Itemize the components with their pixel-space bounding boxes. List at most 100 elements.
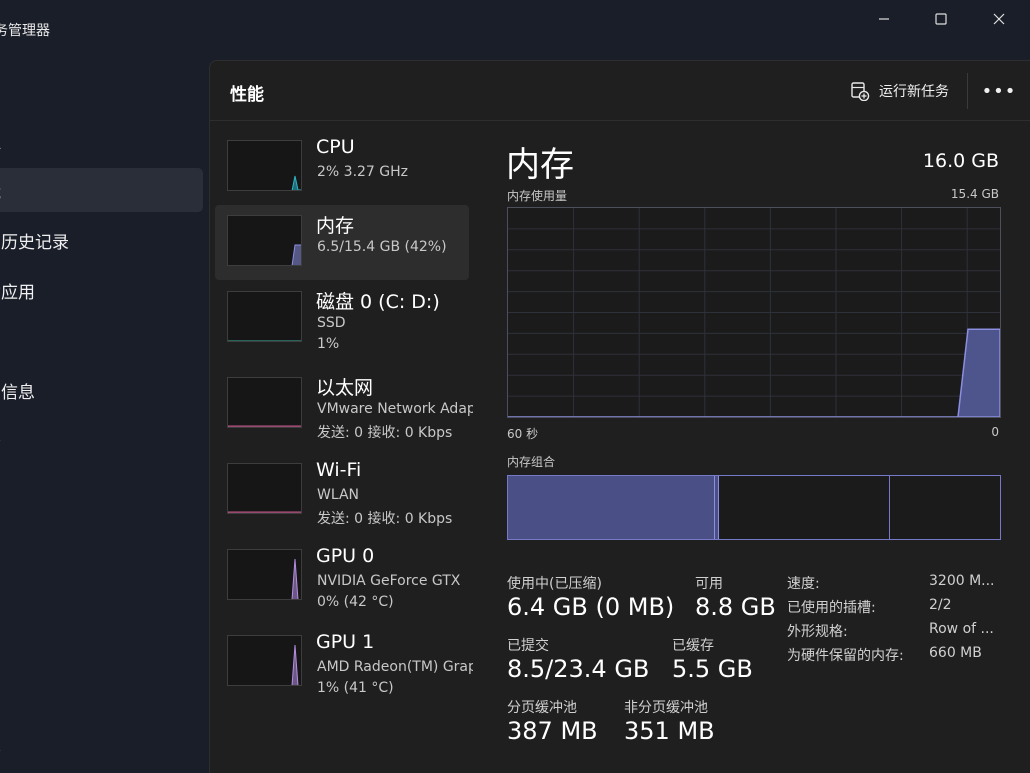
- gpu0-mini-graph: [227, 549, 302, 600]
- slots-used-value: 2/2: [929, 597, 952, 613]
- new-task-icon: [851, 82, 870, 101]
- app-title: 务管理器: [0, 23, 50, 39]
- cpu-graph-icon: [291, 175, 301, 190]
- page-title: 性能: [230, 85, 264, 105]
- in-use-label: 使用中(已压缩): [507, 576, 602, 592]
- maximize-icon: [935, 13, 947, 25]
- resource-detail: 1% (41 °C): [317, 680, 394, 696]
- nav-item-label: 置: [0, 730, 1, 755]
- cpu-mini-graph: [227, 140, 302, 191]
- resource-detail: NVIDIA GeForce GTX: [317, 573, 461, 589]
- resource-item-disk[interactable]: 磁盘 0 (C: D:) SSD 1%: [215, 281, 469, 356]
- maximize-button[interactable]: [912, 0, 970, 38]
- memory-usage-graph: [507, 207, 1001, 418]
- nav-item-details[interactable]: 细信息: [0, 368, 203, 412]
- usage-graph-label: 内存使用量: [507, 189, 568, 203]
- nav-item-startup-apps[interactable]: 动应用: [0, 268, 203, 312]
- performance-panel: 性能 运行新任务 ••• CPU 2% 3.27 GHz 内存 6.5/15.4…: [209, 60, 1030, 773]
- nav-item-label: 务: [0, 428, 1, 453]
- cpu-mini-area: [291, 175, 301, 190]
- resource-item-gpu1[interactable]: GPU 1 AMD Radeon(TM) Graphics 1% (41 °C): [215, 625, 473, 700]
- gpu0-graph-icon: [291, 558, 299, 599]
- resource-detail: 0% (42 °C): [317, 594, 394, 610]
- ethernet-mini-graph: [227, 377, 302, 428]
- resource-name: GPU 1: [316, 631, 375, 653]
- resource-name: Wi-Fi: [316, 459, 362, 481]
- available-label: 可用: [695, 576, 723, 592]
- resource-detail: WLAN: [317, 487, 360, 503]
- paged-pool-label: 分页缓冲池: [507, 700, 577, 716]
- composition-label: 内存组合: [507, 455, 556, 469]
- slots-used-label: 已使用的插槽:: [787, 600, 876, 616]
- resource-item-gpu0[interactable]: GPU 0 NVIDIA GeForce GTX 0% (42 °C): [215, 539, 469, 614]
- nav-item-services[interactable]: 务: [0, 418, 203, 462]
- panel-header: 性能 运行新任务 •••: [210, 61, 1030, 121]
- available-value: 8.8 GB: [695, 593, 776, 621]
- form-factor-label: 外形规格:: [787, 624, 848, 640]
- resource-item-cpu[interactable]: CPU 2% 3.27 GHz: [215, 130, 469, 205]
- resource-detail: 发送: 0 接收: 0 Kbps: [317, 425, 453, 441]
- cached-value: 5.5 GB: [672, 655, 753, 683]
- committed-value: 8.5/23.4 GB: [507, 655, 650, 683]
- resource-name: GPU 0: [316, 545, 375, 567]
- hardware-reserved-label: 为硬件保留的内存:: [787, 648, 904, 664]
- nonpaged-pool-value: 351 MB: [624, 717, 715, 745]
- gpu1-graph-icon: [291, 644, 299, 685]
- nav-item-label: 能: [0, 178, 1, 203]
- nav-item-label: 程: [0, 128, 1, 153]
- disk-graph-icon: [228, 340, 301, 341]
- composition-in-use: [508, 476, 715, 539]
- wifi-mini-graph: [227, 463, 302, 514]
- run-new-task-label: 运行新任务: [879, 84, 949, 100]
- nav-item-performance[interactable]: 能: [0, 168, 203, 212]
- disk-mini-graph: [227, 291, 302, 342]
- nonpaged-pool-label: 非分页缓冲池: [624, 700, 708, 716]
- resource-detail: SSD: [317, 315, 346, 331]
- gpu-mini-area: [291, 644, 299, 685]
- usage-graph-max: 15.4 GB: [950, 187, 999, 201]
- resource-detail: 2% 3.27 GHz: [317, 164, 409, 180]
- speed-value: 3200 M...: [929, 573, 995, 589]
- minimize-button[interactable]: [855, 0, 913, 38]
- resource-detail: 1%: [317, 336, 340, 352]
- nav-item-settings[interactable]: 置: [0, 720, 203, 764]
- side-navigation: 程 能 用历史记录 动应用 户 细信息 务 置: [0, 58, 210, 773]
- memory-usage-area: [508, 328, 1001, 418]
- composition-standby-divider: [889, 476, 890, 539]
- resource-item-memory[interactable]: 内存 6.5/15.4 GB (42%): [215, 205, 469, 280]
- speed-label: 速度:: [787, 576, 820, 592]
- resource-item-ethernet[interactable]: 以太网 VMware Network Adapter 发送: 0 接收: 0 K…: [215, 367, 473, 442]
- paged-pool-value: 387 MB: [507, 717, 598, 745]
- close-button[interactable]: [970, 0, 1028, 38]
- resource-item-wifi[interactable]: Wi-Fi WLAN 发送: 0 接收: 0 Kbps: [215, 453, 469, 528]
- nav-item-app-history[interactable]: 用历史记录: [0, 218, 203, 262]
- resource-detail: AMD Radeon(TM) Graphics: [317, 659, 473, 675]
- hardware-reserved-value: 660 MB: [929, 645, 982, 661]
- nav-item-processes[interactable]: 程: [0, 118, 203, 162]
- title-bar: 务管理器: [0, 0, 1030, 58]
- memory-usage-chart: [508, 208, 1001, 418]
- memory-title: 内存: [506, 145, 574, 185]
- cached-label: 已缓存: [672, 638, 714, 654]
- resource-name: CPU: [316, 136, 355, 158]
- resource-detail: VMware Network Adapter: [317, 401, 473, 417]
- nav-item-label: 户: [0, 328, 1, 353]
- resource-detail: 6.5/15.4 GB (42%): [317, 239, 447, 255]
- time-axis-end: 0: [991, 425, 999, 439]
- in-use-value: 6.4 GB (0 MB): [507, 593, 675, 621]
- composition-modified: [715, 476, 719, 539]
- memory-graph-icon: [291, 244, 301, 265]
- close-icon: [993, 13, 1005, 25]
- gpu-mini-area: [291, 558, 299, 599]
- memory-total: 16.0 GB: [922, 150, 999, 172]
- nav-item-label: 用历史记录: [0, 232, 69, 253]
- memory-mini-graph: [227, 215, 302, 266]
- memory-composition-bar: [507, 475, 1001, 540]
- more-options-button[interactable]: •••: [980, 75, 1018, 107]
- resource-detail: 发送: 0 接收: 0 Kbps: [317, 511, 453, 527]
- resource-name: 磁盘 0 (C: D:): [316, 291, 440, 313]
- nav-item-users[interactable]: 户: [0, 318, 203, 362]
- nav-item-label: 动应用: [0, 282, 35, 303]
- run-new-task-button[interactable]: 运行新任务: [842, 73, 957, 109]
- minimize-icon: [879, 18, 889, 20]
